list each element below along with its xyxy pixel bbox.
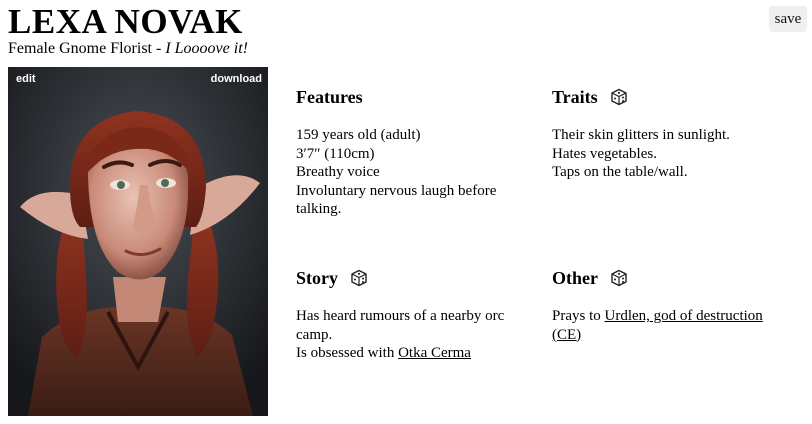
features-heading-label: Features (296, 87, 363, 107)
traits-list: Their skin glitters in sunlight. Hates v… (552, 126, 792, 182)
story-character-link[interactable]: Otka Cerma (398, 345, 471, 361)
features-heading: Features (296, 86, 536, 108)
story-item-text: Is obsessed with (296, 345, 399, 361)
story-item: Has heard rumours of a nearby orc camp. (296, 308, 505, 343)
traits-section: Traits Their skin glitters in sunlight. … (552, 86, 792, 182)
character-descriptor: Female Gnome Florist (8, 40, 152, 57)
portrait-image (8, 67, 268, 416)
character-subtitle: Female Gnome Florist - I Loooove it! (8, 40, 248, 58)
dice-icon[interactable] (610, 269, 628, 287)
dice-icon[interactable] (610, 88, 628, 106)
portrait-panel: edit download (8, 67, 268, 416)
edit-portrait-link[interactable]: edit (16, 73, 36, 85)
features-list: 159 years old (adult) 3′7″ (110cm) Breat… (296, 126, 536, 219)
save-button[interactable]: save (769, 6, 807, 32)
dice-icon[interactable] (350, 269, 368, 287)
story-list: Has heard rumours of a nearby orc camp. … (296, 307, 536, 363)
feature-age: 159 years old (adult) (296, 127, 421, 143)
feature-quirk: Involuntary nervous laugh before talking… (296, 182, 497, 218)
other-item: Prays to Urdlen, god of destruction (CE) (552, 307, 792, 344)
story-heading: Story (296, 267, 536, 289)
other-section: Other Prays to Urdlen, god of destructio… (552, 267, 792, 344)
traits-heading-label: Traits (552, 87, 598, 107)
trait-item: Taps on the table/wall. (552, 164, 688, 180)
character-quote: I Loooove it! (165, 40, 248, 57)
story-item: Is obsessed with Otka Cerma (296, 344, 536, 363)
feature-voice: Breathy voice (296, 164, 380, 180)
trait-item: Hates vegetables. (552, 145, 657, 162)
other-heading-label: Other (552, 268, 598, 288)
other-item-text: Prays to (552, 308, 605, 324)
subtitle-separator: - (151, 40, 166, 57)
trait-item: Their skin glitters in sunlight. (552, 127, 730, 143)
download-portrait-link[interactable]: download (211, 73, 262, 85)
feature-height: 3′7″ (110cm) (296, 145, 375, 162)
other-list: Prays to Urdlen, god of destruction (CE) (552, 307, 792, 344)
features-section: Features 159 years old (adult) 3′7″ (110… (296, 86, 536, 219)
other-heading: Other (552, 267, 792, 289)
traits-heading: Traits (552, 86, 792, 108)
story-heading-label: Story (296, 268, 338, 288)
story-section: Story Has heard rumours of a nearby orc … (296, 267, 536, 363)
